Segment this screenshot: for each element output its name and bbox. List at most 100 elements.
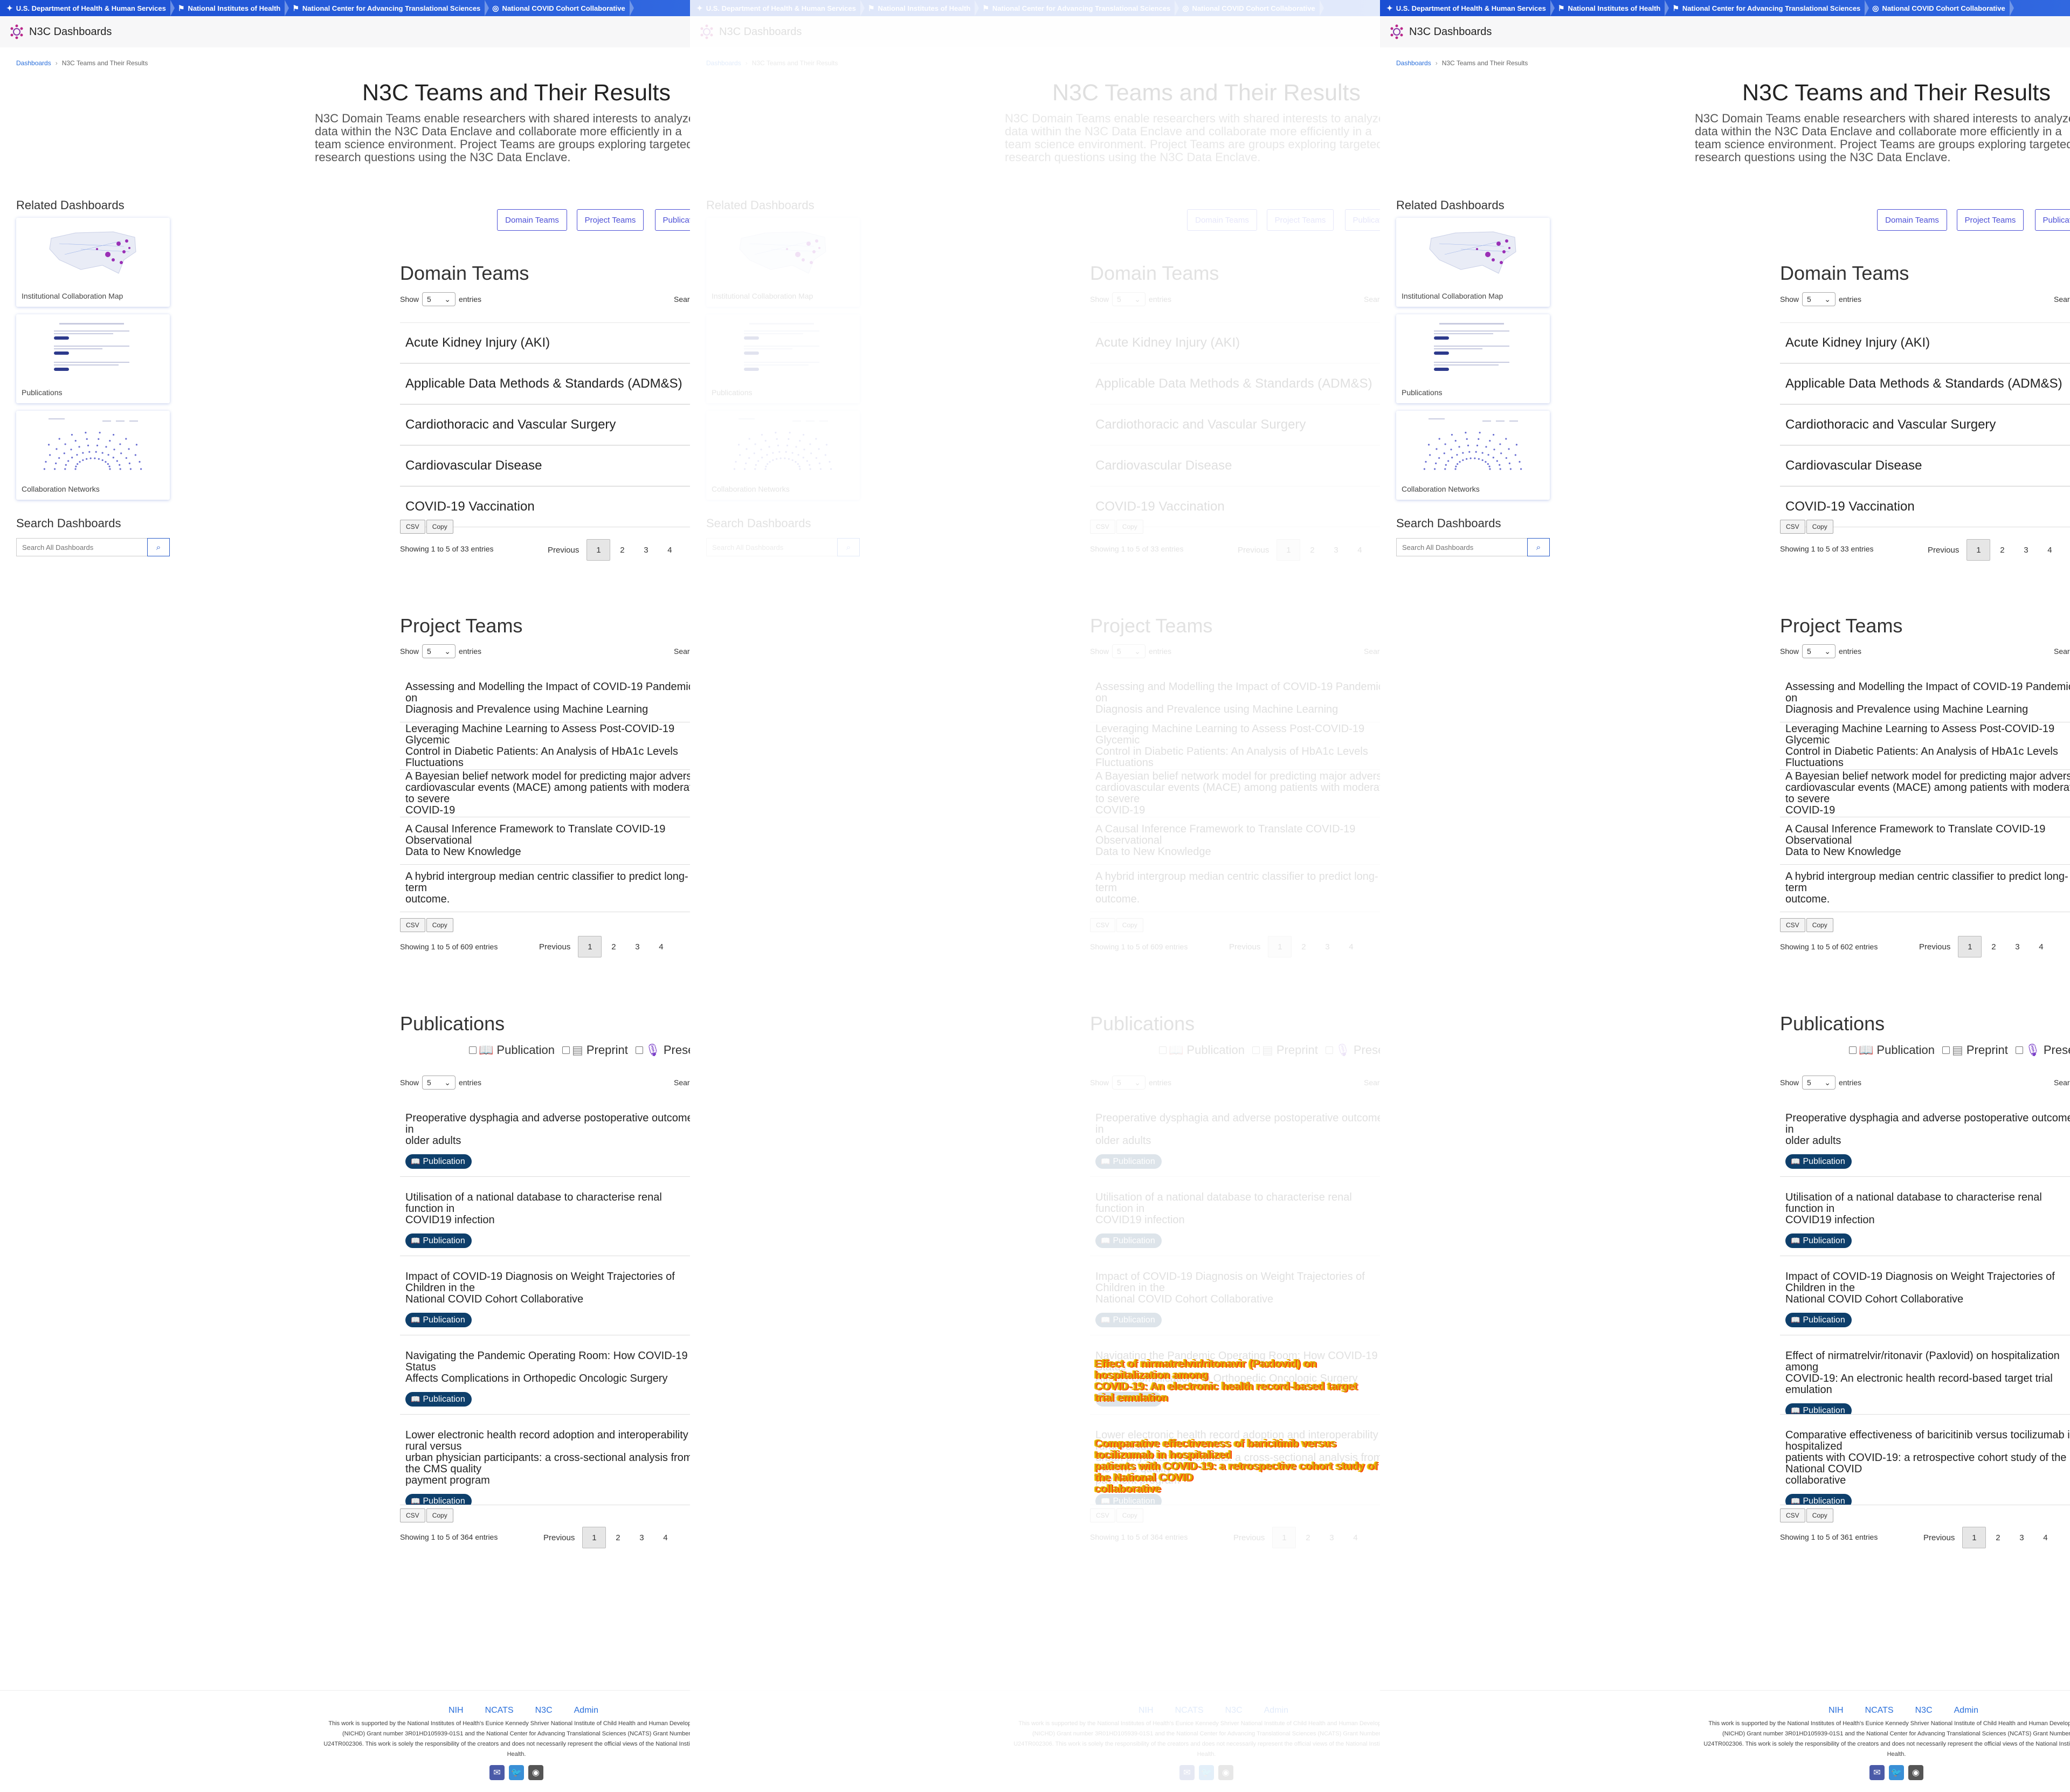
- email-icon[interactable]: ✉: [1869, 1765, 1885, 1780]
- agency-link-n3c[interactable]: ◎ National COVID Cohort Collaborative: [1176, 0, 1324, 16]
- page-size-select[interactable]: 5 ⌄: [422, 292, 456, 306]
- table-row[interactable]: A Causal Inference Framework to Translat…: [1090, 817, 1380, 865]
- previous-page-button[interactable]: Previous: [1919, 942, 1950, 952]
- table-row[interactable]: Acute Kidney Injury (AKI): [400, 322, 690, 363]
- page-button[interactable]: 4: [658, 539, 681, 561]
- n3c-logo-icon[interactable]: [699, 24, 715, 40]
- table-row[interactable]: Assessing and Modelling the Impact of CO…: [1090, 675, 1380, 722]
- table-row[interactable]: Lower electronic health record adoption …: [400, 1415, 690, 1505]
- email-icon[interactable]: ✉: [1179, 1765, 1195, 1780]
- page-button[interactable]: 2: [1990, 539, 2014, 561]
- publication-title[interactable]: Utilisation of a national database to ch…: [1785, 1192, 2070, 1226]
- dashboard-card-collab-map[interactable]: Institutional Collaboration Map: [706, 218, 860, 307]
- github-icon[interactable]: ◉: [1908, 1765, 1923, 1780]
- jump-domain-teams-button[interactable]: Domain Teams: [497, 209, 567, 231]
- table-search-label[interactable]: Search:: [1364, 295, 1380, 304]
- previous-page-button[interactable]: Previous: [1233, 1533, 1265, 1542]
- page-size-select[interactable]: 5 ⌄: [422, 1076, 456, 1090]
- jump-publications-button[interactable]: Publications: [2035, 209, 2070, 231]
- publication-title[interactable]: Preoperative dysphagia and adverse posto…: [1785, 1113, 2070, 1147]
- jump-project-teams-button[interactable]: Project Teams: [1957, 209, 2024, 231]
- table-row[interactable]: Utilisation of a national database to ch…: [1780, 1177, 2070, 1256]
- filter-presentation[interactable]: 🎙Presentation: [635, 1043, 690, 1057]
- publication-title[interactable]: Preoperative dysphagia and adverse posto…: [1095, 1113, 1380, 1147]
- dashboard-search-input[interactable]: [706, 538, 837, 556]
- publication-title[interactable]: Utilisation of a national database to ch…: [405, 1192, 690, 1226]
- page-button[interactable]: 4: [2033, 1527, 2057, 1548]
- page-button[interactable]: 4: [2038, 539, 2061, 561]
- breadcrumb-home[interactable]: Dashboards: [706, 59, 741, 67]
- page-button[interactable]: 3: [1320, 1527, 1343, 1548]
- footer-link-n3c[interactable]: N3C: [1915, 1706, 1933, 1715]
- publication-title[interactable]: Comparative effectiveness of baricitinib…: [1785, 1430, 2070, 1486]
- copy-button[interactable]: Copy: [1806, 918, 1833, 932]
- footer-link-n3c[interactable]: N3C: [1225, 1706, 1243, 1715]
- table-search-label[interactable]: Search:: [1364, 647, 1380, 656]
- previous-page-button[interactable]: Previous: [1923, 1533, 1955, 1542]
- page-button[interactable]: 1: [1958, 936, 1982, 957]
- agency-link-ncats[interactable]: ⚑ National Center for Advancing Translati…: [1666, 0, 1869, 16]
- github-icon[interactable]: ◉: [528, 1765, 543, 1780]
- table-search-label[interactable]: Search:: [1364, 1078, 1380, 1087]
- table-search-label[interactable]: Search:: [674, 295, 690, 304]
- table-search-label[interactable]: Search:: [2054, 647, 2070, 656]
- page-button[interactable]: 3: [1324, 539, 1348, 561]
- twitter-icon[interactable]: 🐦: [509, 1765, 524, 1780]
- agency-link-hhs[interactable]: ✦ U.S. Department of Health & Human Servi…: [1380, 0, 1555, 16]
- footer-link-ncats[interactable]: NCATS: [485, 1706, 514, 1715]
- filter-presentation[interactable]: 🎙Presentation: [1325, 1043, 1380, 1057]
- dashboard-card-networks[interactable]: Collaboration Networks: [1396, 411, 1550, 500]
- page-button[interactable]: 4: [649, 936, 673, 957]
- table-row[interactable]: A Bayesian belief network model for pred…: [1780, 770, 2070, 817]
- n3c-logo-icon[interactable]: [1389, 24, 1405, 40]
- dashboard-search-input[interactable]: [16, 538, 147, 556]
- table-row[interactable]: Leveraging Machine Learning to Assess Po…: [1780, 722, 2070, 770]
- checkbox[interactable]: [1252, 1046, 1260, 1054]
- page-button[interactable]: 4: [1348, 539, 1371, 561]
- jump-project-teams-button[interactable]: Project Teams: [577, 209, 644, 231]
- csv-button[interactable]: CSV: [1090, 520, 1115, 534]
- table-row[interactable]: Preoperative dysphagia and adverse posto…: [400, 1098, 690, 1177]
- page-button[interactable]: 1: [1268, 936, 1292, 957]
- copy-button[interactable]: Copy: [1116, 1508, 1143, 1522]
- publication-title[interactable]: Impact of COVID-19 Diagnosis on Weight T…: [1095, 1271, 1380, 1305]
- page-button[interactable]: 1: [586, 539, 611, 561]
- page-button[interactable]: 2: [1292, 936, 1315, 957]
- search-icon[interactable]: ⌕: [1527, 538, 1550, 556]
- previous-page-button[interactable]: Previous: [1928, 546, 1959, 555]
- table-row[interactable]: Impact of COVID-19 Diagnosis on Weight T…: [1090, 1256, 1380, 1335]
- previous-page-button[interactable]: Previous: [1229, 942, 1260, 952]
- table-row[interactable]: Acute Kidney Injury (AKI): [1090, 322, 1380, 363]
- page-button[interactable]: 2: [1296, 1527, 1320, 1548]
- jump-domain-teams-button[interactable]: Domain Teams: [1187, 209, 1257, 231]
- dashboard-card-publications[interactable]: Publications: [16, 314, 170, 403]
- csv-button[interactable]: CSV: [400, 520, 425, 534]
- table-row[interactable]: Effect of nirmatrelvir/ritonavir (Paxlov…: [1780, 1335, 2070, 1415]
- previous-page-button[interactable]: Previous: [539, 942, 570, 952]
- table-row[interactable]: A hybrid intergroup median centric class…: [1090, 865, 1380, 912]
- filter-preprint[interactable]: ▤ Preprint: [562, 1043, 628, 1057]
- copy-button[interactable]: Copy: [426, 918, 453, 932]
- twitter-icon[interactable]: 🐦: [1889, 1765, 1904, 1780]
- publication-title[interactable]: Preoperative dysphagia and adverse posto…: [405, 1113, 690, 1147]
- table-row[interactable]: Impact of COVID-19 Diagnosis on Weight T…: [1780, 1256, 2070, 1335]
- table-row[interactable]: Leveraging Machine Learning to Assess Po…: [1090, 722, 1380, 770]
- twitter-icon[interactable]: 🐦: [1199, 1765, 1214, 1780]
- page-button[interactable]: 2: [1982, 936, 2005, 957]
- jump-publications-button[interactable]: Publications: [1345, 209, 1380, 231]
- table-row[interactable]: A hybrid intergroup median centric class…: [400, 865, 690, 912]
- dashboard-card-publications[interactable]: Publications: [706, 314, 860, 403]
- page-button[interactable]: 1: [1276, 539, 1301, 561]
- footer-link-nih[interactable]: NIH: [1138, 1706, 1154, 1715]
- table-row[interactable]: Preoperative dysphagia and adverse posto…: [1780, 1098, 2070, 1177]
- table-row[interactable]: Utilisation of a national database to ch…: [400, 1177, 690, 1256]
- breadcrumb-home[interactable]: Dashboards: [1396, 59, 1431, 67]
- page-button[interactable]: 2: [602, 936, 625, 957]
- filter-publication[interactable]: 📖 Publication: [469, 1043, 555, 1057]
- page-size-select[interactable]: 5 ⌄: [1112, 1076, 1146, 1090]
- jump-domain-teams-button[interactable]: Domain Teams: [1877, 209, 1947, 231]
- checkbox[interactable]: [469, 1046, 477, 1054]
- table-row[interactable]: Cardiovascular Disease: [1090, 445, 1380, 486]
- agency-link-hhs[interactable]: ✦ U.S. Department of Health & Human Servi…: [0, 0, 175, 16]
- dashboard-card-collab-map[interactable]: Institutional Collaboration Map: [16, 218, 170, 307]
